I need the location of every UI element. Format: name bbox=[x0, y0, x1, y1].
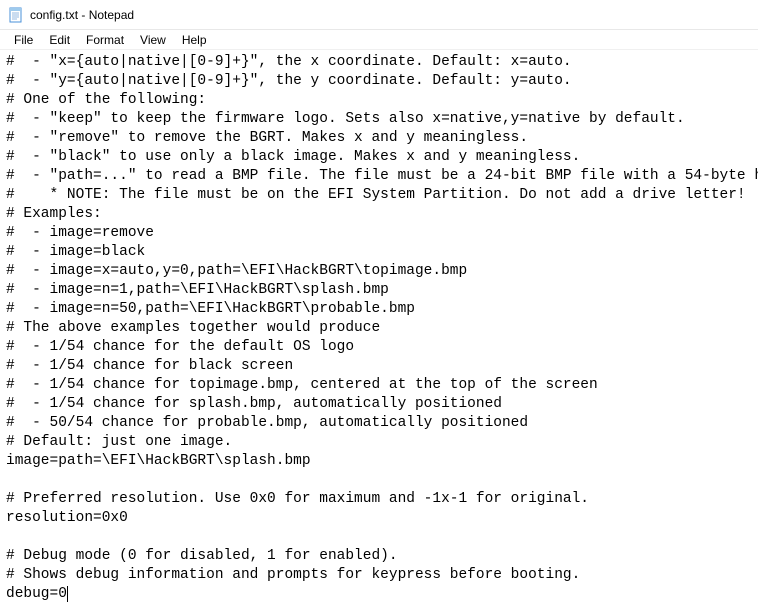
menu-edit[interactable]: Edit bbox=[41, 33, 78, 47]
notepad-icon bbox=[8, 7, 24, 23]
menu-file[interactable]: File bbox=[6, 33, 41, 47]
menu-help[interactable]: Help bbox=[174, 33, 215, 47]
menubar: File Edit Format View Help bbox=[0, 30, 758, 50]
window-title: config.txt - Notepad bbox=[30, 8, 134, 22]
titlebar[interactable]: config.txt - Notepad bbox=[0, 0, 758, 30]
text-caret bbox=[67, 586, 68, 602]
editor-content: # - "x={auto|native|[0-9]+}", the x coor… bbox=[6, 54, 758, 602]
text-editor[interactable]: # - "x={auto|native|[0-9]+}", the x coor… bbox=[0, 50, 758, 607]
menu-view[interactable]: View bbox=[132, 33, 174, 47]
menu-format[interactable]: Format bbox=[78, 33, 132, 47]
